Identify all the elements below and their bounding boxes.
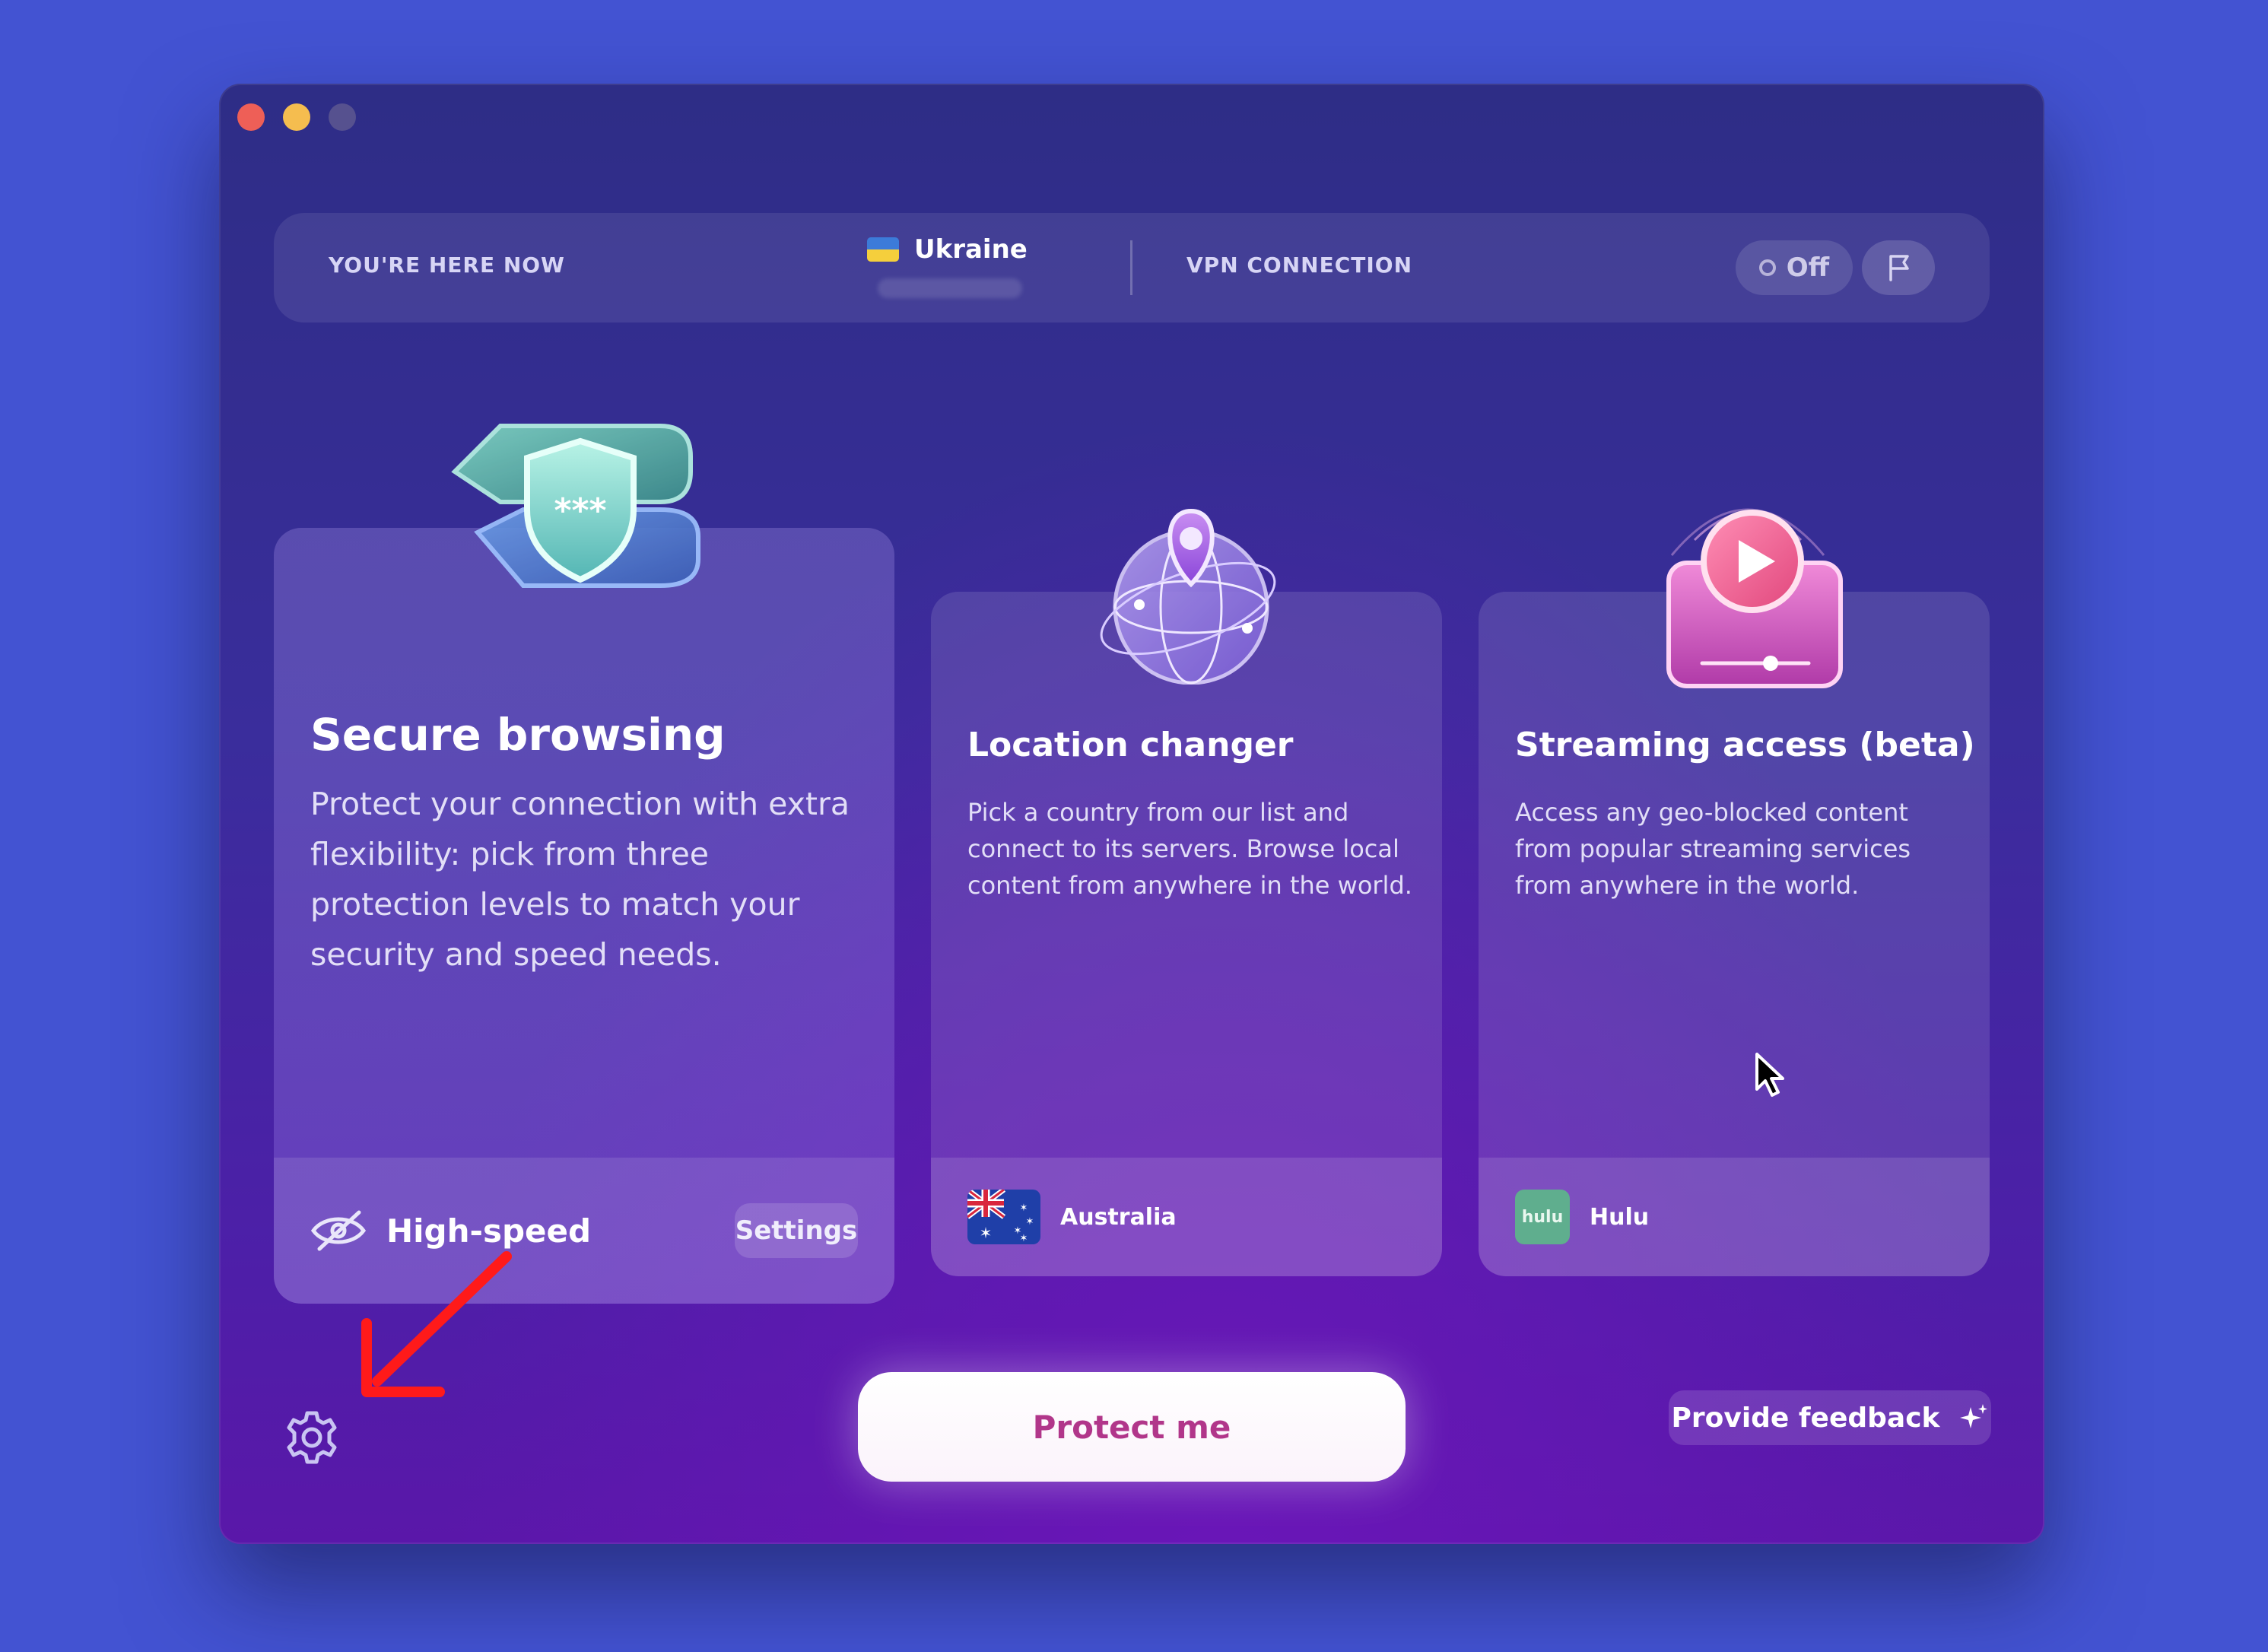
- streaming-access-card[interactable]: Streaming access (beta) Access any geo-b…: [1479, 592, 1990, 1276]
- card-title: Streaming access (beta): [1515, 726, 1975, 764]
- selected-country: Australia: [1060, 1203, 1177, 1231]
- card-title: Secure browsing: [310, 709, 726, 761]
- annotation-arrow-icon: [361, 1251, 512, 1397]
- close-window-button[interactable]: [237, 103, 265, 131]
- protection-settings-button[interactable]: Settings: [735, 1203, 858, 1258]
- protect-me-button[interactable]: Protect me: [858, 1372, 1406, 1482]
- vpn-toggle[interactable]: Off: [1736, 240, 1853, 295]
- card-footer[interactable]: ✶ ✶ ✶ ✶ ✶ Australia: [931, 1158, 1442, 1276]
- svg-text:✶: ✶: [1026, 1216, 1034, 1228]
- card-title: Location changer: [967, 726, 1294, 764]
- divider: [1130, 240, 1132, 295]
- app-window: YOU'RE HERE NOW Ukraine VPN CONNECTION O…: [219, 84, 2044, 1544]
- zoom-window-button[interactable]: [329, 103, 356, 131]
- current-country: Ukraine: [867, 234, 1028, 265]
- australia-flag-icon: ✶ ✶ ✶ ✶ ✶: [967, 1190, 1040, 1244]
- toggle-ring-icon: [1758, 259, 1776, 276]
- globe-pin-illustration-icon: [1100, 508, 1276, 685]
- card-footer[interactable]: hulu Hulu: [1479, 1158, 1990, 1276]
- ip-address-redacted: [878, 278, 1022, 298]
- gear-icon: [287, 1411, 337, 1464]
- window-controls: [237, 103, 356, 131]
- minimize-window-button[interactable]: [283, 103, 310, 131]
- location-changer-card[interactable]: Location changer Pick a country from our…: [931, 592, 1442, 1276]
- settings-gear-button[interactable]: [283, 1409, 341, 1469]
- report-button[interactable]: [1862, 240, 1935, 295]
- flag-icon: [1889, 255, 1909, 281]
- sparkle-icon: [1959, 1404, 1987, 1428]
- svg-text:✶: ✶: [1020, 1233, 1028, 1244]
- provide-feedback-button[interactable]: Provide feedback: [1669, 1390, 1991, 1445]
- shield-illustration-icon: ***: [451, 424, 700, 588]
- ukraine-flag-icon: [867, 237, 899, 262]
- vpn-state: Off: [1786, 253, 1830, 283]
- card-description: Access any geo-blocked content from popu…: [1515, 798, 1911, 900]
- mouse-cursor-icon: [1755, 1053, 1784, 1097]
- svg-text:***: ***: [554, 491, 606, 530]
- svg-text:✶: ✶: [1020, 1202, 1028, 1214]
- streaming-play-illustration-icon: [1666, 508, 1843, 688]
- selected-service: Hulu: [1590, 1203, 1650, 1231]
- card-description: Pick a country from our list and connect…: [967, 798, 1412, 900]
- feedback-label: Provide feedback: [1671, 1402, 1940, 1434]
- connection-status-bar: YOU'RE HERE NOW Ukraine VPN CONNECTION O…: [274, 213, 1990, 322]
- hulu-logo-icon: hulu: [1515, 1190, 1570, 1244]
- location-label: YOU'RE HERE NOW: [329, 253, 565, 278]
- card-description: Protect your connection with extra flexi…: [310, 786, 850, 973]
- country-name: Ukraine: [914, 234, 1028, 265]
- vpn-connection-label: VPN CONNECTION: [1186, 253, 1413, 278]
- svg-text:✶: ✶: [980, 1224, 993, 1242]
